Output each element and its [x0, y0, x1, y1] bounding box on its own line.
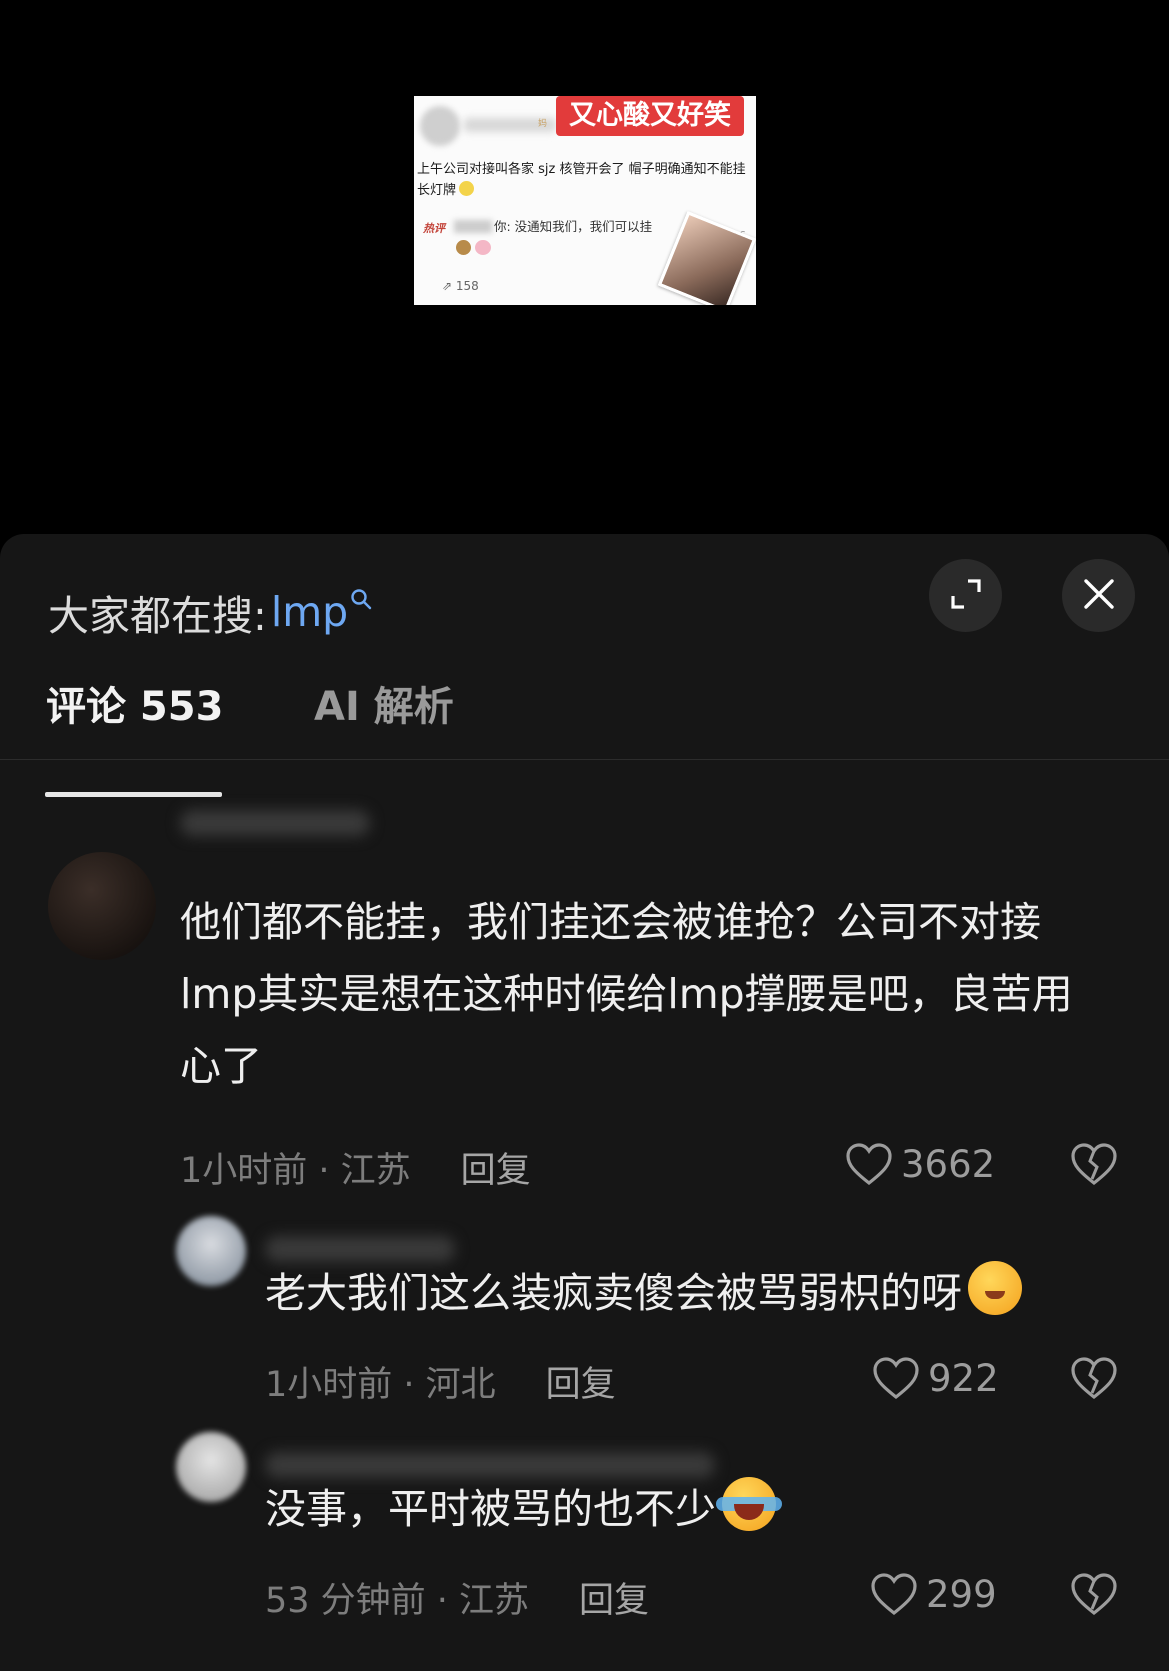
trending-search[interactable]: 大家都在搜: lmp	[48, 582, 372, 642]
like-count: 922	[928, 1356, 999, 1400]
search-icon	[350, 584, 372, 617]
like-button[interactable]: 922	[872, 1356, 999, 1400]
comment-time-location: 53 分钟前 · 江苏	[265, 1581, 530, 1621]
video-player[interactable]: 妈 又心酸又好笑 上午公司对接叫各家 sjz 核管开会了 帽子明确通知不能挂长灯…	[0, 0, 1169, 540]
laughing-crying-emoji-icon	[716, 1477, 782, 1531]
emoji-icon	[456, 240, 471, 255]
avatar[interactable]	[176, 1216, 246, 1286]
expand-button[interactable]	[929, 559, 1002, 632]
post-text: 上午公司对接叫各家 sjz 核管开会了 帽子明确通知不能挂长灯牌	[417, 162, 746, 198]
comment-meta: 1小时前 · 河北 回复	[265, 1356, 616, 1407]
comment-time-location: 1小时前 · 河北	[265, 1365, 496, 1405]
post-screenshot-card: 妈 又心酸又好笑 上午公司对接叫各家 sjz 核管开会了 帽子明确通知不能挂长灯…	[414, 96, 756, 305]
hot-comment-text: 你: 没通知我们，我们可以挂	[494, 219, 653, 234]
expand-icon	[949, 577, 983, 615]
avatar[interactable]	[48, 852, 156, 960]
dislike-button[interactable]	[1070, 1572, 1118, 1620]
comment-text: 他们都不能挂，我们挂还会被谁抢？公司不对接lmp其实是想在这种时候给lmp撑腰是…	[180, 898, 1073, 1090]
close-icon	[1082, 577, 1116, 615]
dislike-button[interactable]	[1070, 1356, 1118, 1404]
broken-heart-icon	[1071, 1357, 1117, 1400]
reply-button[interactable]: 回复	[461, 1142, 531, 1193]
post-share-count: ⇗ 158	[442, 279, 479, 293]
reply-text: 老大我们这么装疯卖傻会被骂弱枳的呀	[265, 1269, 962, 1317]
reply-text: 没事，平时被骂的也不少	[265, 1485, 716, 1533]
like-button[interactable]: 3662	[845, 1142, 995, 1186]
like-count: 299	[926, 1572, 997, 1616]
broken-heart-icon	[1071, 1573, 1117, 1616]
comments-sheet: 大家都在搜: lmp 评论 553 AI 解析 他们都不能挂，我们挂还会被谁抢？…	[0, 534, 1169, 1671]
pig-emoji-icon	[475, 240, 491, 255]
heart-icon	[846, 1143, 892, 1186]
comment-meta: 53 分钟前 · 江苏 回复	[265, 1572, 649, 1623]
tab-ai-analysis[interactable]: AI 解析	[314, 674, 454, 732]
reply-comment-text: 老大我们这么装疯卖傻会被骂弱枳的呀	[265, 1257, 1165, 1329]
sheet-tabs: 评论 553 AI 解析	[0, 674, 1169, 760]
post-author-name-suffix: 妈	[538, 119, 548, 129]
reply-comment-text: 没事，平时被骂的也不少	[265, 1473, 1165, 1545]
like-button[interactable]: 299	[870, 1572, 997, 1616]
reply-button[interactable]: 回复	[579, 1572, 649, 1623]
hot-comment-label: 热评	[423, 222, 445, 235]
post-author-avatar	[420, 106, 460, 146]
tab-comments[interactable]: 评论 553	[46, 674, 223, 732]
heart-icon	[871, 1573, 917, 1616]
trending-search-term[interactable]: lmp	[271, 588, 348, 636]
avatar[interactable]	[176, 1432, 246, 1502]
confused-face-emoji-icon	[968, 1261, 1022, 1315]
post-caption-tag: 又心酸又好笑	[556, 96, 744, 136]
username-blurred[interactable]	[180, 810, 370, 836]
comment-time-location: 1小时前 · 江苏	[180, 1151, 411, 1191]
reply-button[interactable]: 回复	[546, 1356, 616, 1407]
trending-search-prefix: 大家都在搜:	[48, 592, 267, 640]
smile-emoji-icon	[459, 181, 475, 196]
share-count-value: 158	[455, 279, 479, 293]
dislike-button[interactable]	[1070, 1142, 1118, 1190]
broken-heart-icon	[1071, 1143, 1117, 1186]
close-button[interactable]	[1062, 559, 1135, 632]
heart-icon	[873, 1357, 919, 1400]
reaction-photo-sticker	[657, 211, 756, 305]
hot-comment-user-blurred	[454, 220, 492, 233]
like-count: 3662	[901, 1142, 996, 1186]
active-tab-indicator	[45, 792, 222, 797]
comment-meta: 1小时前 · 江苏 回复	[180, 1142, 531, 1193]
